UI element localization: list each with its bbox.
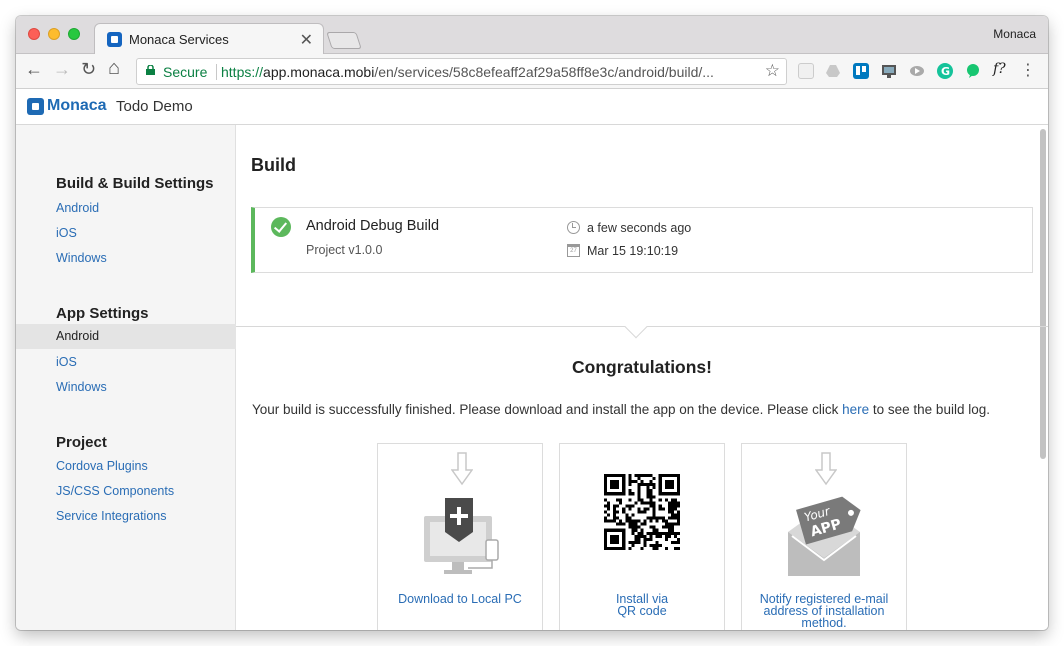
minimize-window-button[interactable] bbox=[48, 28, 60, 40]
main-content: Build Android Debug Build Project v1.0.0… bbox=[236, 125, 1048, 630]
sidebar-item-app-windows[interactable]: Windows bbox=[56, 380, 107, 394]
page-title: Build bbox=[251, 155, 296, 175]
forward-button[interactable]: → bbox=[53, 59, 71, 80]
option-label-line: QR code bbox=[617, 604, 667, 618]
congrats-heading: Congratulations! bbox=[572, 357, 712, 377]
down-arrow-icon bbox=[815, 452, 837, 486]
sidebar: Build & Build Settings Android iOS Windo… bbox=[16, 125, 236, 630]
profile-name[interactable]: Monaca bbox=[993, 27, 1036, 41]
browser-toolbar: ← → ↻ ⌂ Secure https://app.monaca.mobi/e… bbox=[16, 54, 1048, 89]
app-header: Monaca Todo Demo bbox=[16, 89, 1048, 125]
build-card: Android Debug Build Project v1.0.0 a few… bbox=[251, 207, 1033, 273]
download-to-pc-option[interactable]: Download to Local PC bbox=[377, 443, 543, 630]
option-label-line: method. bbox=[801, 616, 847, 630]
google-drive-icon[interactable] bbox=[825, 63, 841, 79]
notify-option-label: Notify registered e-mail address of inst… bbox=[742, 593, 906, 630]
down-arrow-icon bbox=[451, 452, 473, 486]
build-log-link[interactable]: here bbox=[842, 402, 869, 417]
browser-menu-icon[interactable]: ⋮ bbox=[1020, 60, 1036, 80]
monaca-logo-text[interactable]: Monaca bbox=[47, 97, 107, 115]
font-finder-icon[interactable]: f? bbox=[993, 61, 1009, 77]
address-bar[interactable]: Secure https://app.monaca.mobi/en/servic… bbox=[136, 58, 787, 85]
install-via-qr-option[interactable]: Install via QR code bbox=[559, 443, 725, 630]
envelope-app-tag-icon: Your APP bbox=[788, 496, 861, 576]
browser-window: Monaca Services ✕ Monaca ← → ↻ ⌂ Secure … bbox=[16, 16, 1048, 630]
extension-blank-icon[interactable] bbox=[798, 63, 814, 79]
grammarly-icon[interactable]: G bbox=[937, 63, 953, 79]
tab-title: Monaca Services bbox=[129, 32, 229, 47]
qr-code-icon bbox=[604, 474, 680, 550]
tab-monaca-services[interactable]: Monaca Services ✕ bbox=[94, 23, 324, 54]
sidebar-item-app-android[interactable]: Android bbox=[16, 324, 236, 349]
sidebar-item-build-android[interactable]: Android bbox=[56, 201, 99, 215]
success-message: Your build is successfully finished. Ple… bbox=[252, 402, 990, 417]
screen-capture-icon[interactable] bbox=[881, 63, 897, 79]
svg-text:G: G bbox=[941, 65, 950, 78]
sidebar-item-app-ios[interactable]: iOS bbox=[56, 355, 77, 369]
home-button[interactable]: ⌂ bbox=[108, 57, 120, 80]
option-label-line: Download to Local PC bbox=[398, 592, 522, 606]
message-text-after: to see the build log. bbox=[869, 402, 990, 417]
clock-icon bbox=[567, 221, 580, 234]
new-tab-button[interactable] bbox=[326, 32, 362, 49]
sidebar-item-service-integrations[interactable]: Service Integrations bbox=[56, 509, 166, 523]
close-tab-icon[interactable]: ✕ bbox=[300, 30, 313, 50]
scrollbar[interactable] bbox=[1040, 129, 1046, 459]
build-relative-time: a few seconds ago bbox=[587, 221, 692, 235]
project-name: Todo Demo bbox=[116, 98, 193, 115]
message-text-before: Your build is successfully finished. Ple… bbox=[252, 402, 843, 417]
sidebar-item-build-ios[interactable]: iOS bbox=[56, 226, 77, 240]
close-window-button[interactable] bbox=[28, 28, 40, 40]
build-timestamp: Mar 15 19:10:19 bbox=[587, 244, 679, 258]
bookmark-star-icon[interactable]: ☆ bbox=[765, 61, 780, 81]
sidebar-heading-app-settings: App Settings bbox=[56, 305, 149, 322]
url-text: https://app.monaca.mobi/en/services/58c8… bbox=[221, 64, 714, 80]
reload-button[interactable]: ↻ bbox=[81, 59, 96, 80]
download-option-label: Download to Local PC bbox=[378, 592, 542, 606]
trello-icon[interactable] bbox=[853, 63, 869, 79]
computer-download-icon bbox=[424, 498, 499, 574]
qr-option-label: Install via QR code bbox=[560, 593, 724, 618]
url-scheme: https:// bbox=[221, 64, 264, 80]
build-name: Android Debug Build bbox=[306, 218, 440, 234]
success-check-icon bbox=[271, 217, 291, 237]
address-separator bbox=[216, 64, 217, 80]
url-path: /en/services/58c8efeaff2af29a58ff8e3c/an… bbox=[374, 64, 714, 80]
video-extension-icon[interactable] bbox=[909, 63, 925, 79]
zoom-window-button[interactable] bbox=[68, 28, 80, 40]
lock-icon bbox=[146, 65, 155, 75]
sidebar-item-js-css-components[interactable]: JS/CSS Components bbox=[56, 484, 174, 498]
monaca-favicon-icon bbox=[107, 32, 122, 47]
build-version: Project v1.0.0 bbox=[306, 243, 383, 257]
sidebar-heading-project: Project bbox=[56, 434, 107, 451]
sidebar-item-label: Android bbox=[56, 329, 100, 343]
tab-strip: Monaca Services ✕ Monaca bbox=[16, 16, 1048, 54]
sidebar-item-build-windows[interactable]: Windows bbox=[56, 251, 107, 265]
calendar-icon: 27 bbox=[567, 244, 580, 257]
url-host: app.monaca.mobi bbox=[263, 64, 375, 80]
sidebar-item-cordova-plugins[interactable]: Cordova Plugins bbox=[56, 459, 148, 473]
secure-label: Secure bbox=[163, 64, 208, 80]
back-button[interactable]: ← bbox=[25, 59, 43, 80]
notify-email-option[interactable]: Your APP Notify registered e-mail addres… bbox=[741, 443, 907, 630]
divider-notch bbox=[624, 315, 648, 339]
chat-bubble-icon[interactable] bbox=[965, 63, 981, 79]
monaca-logo-icon[interactable] bbox=[27, 98, 44, 115]
sidebar-heading-build-settings: Build & Build Settings bbox=[56, 175, 214, 192]
